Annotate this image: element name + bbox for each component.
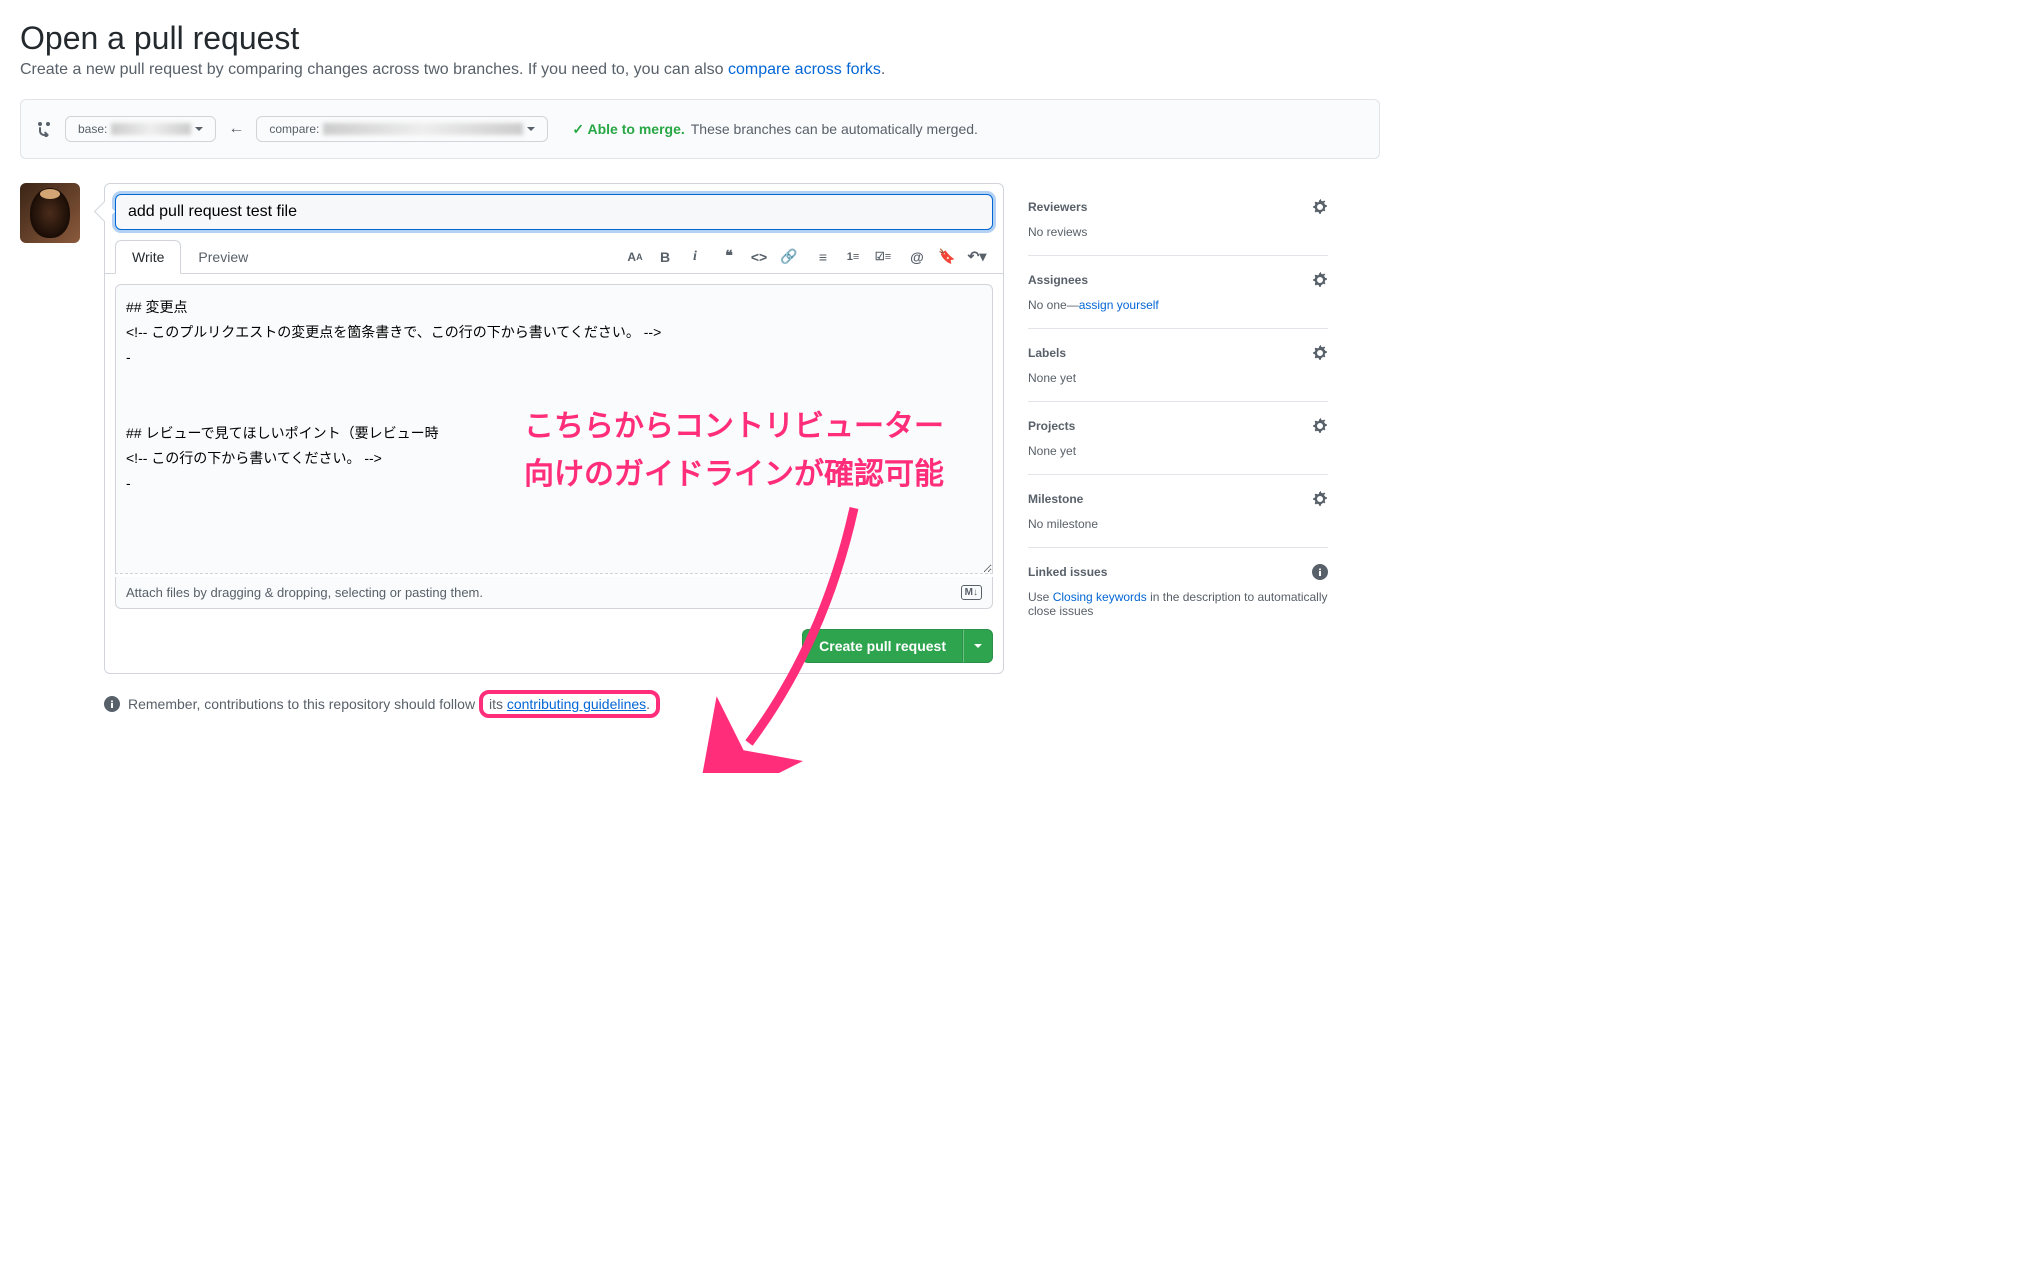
mention-icon[interactable]: @ bbox=[909, 249, 925, 265]
base-branch-select[interactable]: base: bbox=[65, 116, 216, 142]
closing-keywords-link[interactable]: Closing keywords bbox=[1053, 590, 1147, 604]
assignees-heading[interactable]: Assignees bbox=[1028, 272, 1328, 288]
compose-box: Write Preview AA B i ❝ <> 🔗 bbox=[104, 183, 1004, 674]
guidelines-highlight: its contributing guidelines. bbox=[479, 690, 660, 718]
create-pull-request-dropdown[interactable] bbox=[963, 629, 993, 663]
tab-write[interactable]: Write bbox=[115, 240, 181, 274]
linked-issues-value: Use Closing keywords in the description … bbox=[1028, 590, 1328, 618]
gear-icon[interactable] bbox=[1312, 491, 1328, 507]
sidebar: Reviewers No reviews Assignees No one—as… bbox=[1028, 183, 1328, 674]
reviewers-value: No reviews bbox=[1028, 225, 1328, 239]
tab-preview[interactable]: Preview bbox=[181, 240, 265, 273]
reviewers-heading[interactable]: Reviewers bbox=[1028, 199, 1328, 215]
heading-icon[interactable]: AA bbox=[627, 249, 643, 265]
merge-status: ✓ Able to merge. These branches can be a… bbox=[572, 121, 978, 138]
markdown-badge-icon[interactable]: M↓ bbox=[961, 585, 982, 600]
link-icon[interactable]: 🔗 bbox=[781, 249, 797, 265]
projects-value: None yet bbox=[1028, 444, 1328, 458]
contributing-guidelines-link[interactable]: contributing guidelines bbox=[507, 696, 646, 712]
caret-down-icon bbox=[527, 127, 535, 131]
info-icon[interactable] bbox=[1312, 564, 1328, 580]
git-compare-icon bbox=[37, 121, 53, 137]
assignees-value: No one—assign yourself bbox=[1028, 298, 1328, 312]
code-icon[interactable]: <> bbox=[751, 249, 767, 265]
pr-title-input[interactable] bbox=[115, 194, 993, 230]
gear-icon[interactable] bbox=[1312, 418, 1328, 434]
attach-files-bar[interactable]: Attach files by dragging & dropping, sel… bbox=[115, 577, 993, 609]
labels-heading[interactable]: Labels bbox=[1028, 345, 1328, 361]
labels-value: None yet bbox=[1028, 371, 1328, 385]
create-pull-request-button[interactable]: Create pull request bbox=[802, 629, 963, 663]
assign-yourself-link[interactable]: assign yourself bbox=[1079, 298, 1159, 312]
projects-heading[interactable]: Projects bbox=[1028, 418, 1328, 434]
quote-icon[interactable]: ❝ bbox=[721, 249, 737, 265]
task-list-icon[interactable]: ☑≡ bbox=[875, 249, 891, 265]
milestone-heading[interactable]: Milestone bbox=[1028, 491, 1328, 507]
gear-icon[interactable] bbox=[1312, 345, 1328, 361]
info-icon bbox=[104, 696, 120, 712]
markdown-toolbar: AA B i ❝ <> 🔗 ≡ 1≡ ☑≡ bbox=[627, 249, 993, 265]
gear-icon[interactable] bbox=[1312, 199, 1328, 215]
reply-icon[interactable]: ↶▾ bbox=[969, 249, 985, 265]
numbered-list-icon[interactable]: 1≡ bbox=[845, 249, 861, 265]
compare-forks-link[interactable]: compare across forks bbox=[728, 61, 881, 78]
compare-branch-select[interactable]: compare: bbox=[256, 116, 548, 142]
arrow-left-icon: ← bbox=[228, 120, 244, 138]
check-icon: ✓ Able to merge. bbox=[572, 121, 684, 138]
bold-icon[interactable]: B bbox=[657, 249, 673, 265]
saved-reply-icon[interactable]: 🔖 bbox=[939, 249, 955, 265]
milestone-value: No milestone bbox=[1028, 517, 1328, 531]
compare-bar: base: ← compare: ✓ Able to merge. These … bbox=[20, 99, 1380, 159]
page-subhead: Create a new pull request by comparing c… bbox=[20, 61, 1380, 79]
italic-icon[interactable]: i bbox=[687, 249, 703, 265]
avatar[interactable] bbox=[20, 183, 80, 243]
caret-down-icon bbox=[974, 644, 982, 648]
pr-body-textarea[interactable] bbox=[115, 284, 993, 574]
caret-down-icon bbox=[195, 127, 203, 131]
page-title: Open a pull request bbox=[20, 20, 1380, 57]
contributing-footer: Remember, contributions to this reposito… bbox=[104, 690, 1380, 718]
gear-icon[interactable] bbox=[1312, 272, 1328, 288]
linked-issues-heading: Linked issues bbox=[1028, 564, 1328, 580]
bulleted-list-icon[interactable]: ≡ bbox=[815, 249, 831, 265]
